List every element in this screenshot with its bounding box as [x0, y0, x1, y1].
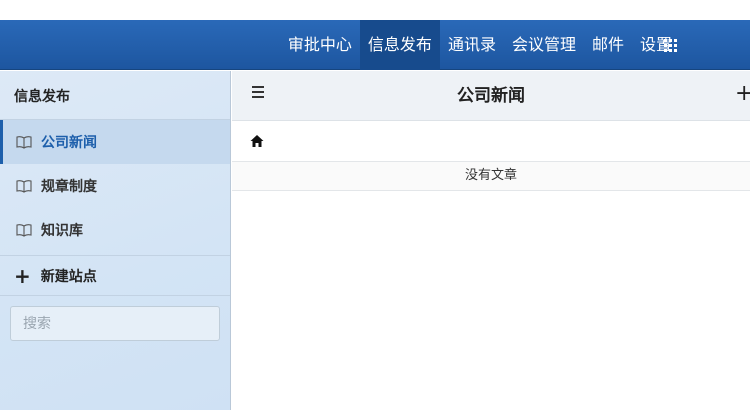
new-site-label: 新建站点 [40, 268, 97, 285]
book-icon [16, 224, 32, 237]
main-header: 公司新闻 + [232, 71, 750, 121]
nav-meeting-management[interactable]: 会议管理 [504, 20, 584, 70]
home-icon[interactable] [250, 134, 264, 148]
grid-apps-icon[interactable] [664, 39, 677, 52]
new-site-button[interactable]: + 新建站点 [0, 256, 230, 296]
nav-info-publish[interactable]: 信息发布 [359, 20, 440, 70]
book-icon [16, 136, 32, 149]
sidebar: 信息发布 公司新闻 规章制度 知识库 + 新建站点 [0, 71, 231, 410]
search-input[interactable] [10, 306, 220, 341]
top-nav: 审批中心 信息发布 通讯录 会议管理 邮件 设置 [280, 20, 680, 70]
add-article-icon[interactable]: + [735, 83, 750, 105]
page-title: 公司新闻 [457, 86, 525, 106]
top-navigation-bar: 审批中心 信息发布 通讯录 会议管理 邮件 设置 [0, 20, 750, 70]
sidebar-item-regulations[interactable]: 规章制度 [0, 164, 230, 208]
nav-approval-center[interactable]: 审批中心 [280, 20, 360, 70]
sidebar-item-knowledge-base[interactable]: 知识库 [0, 208, 230, 252]
plus-icon: + [14, 263, 31, 288]
sidebar-item-label: 公司新闻 [41, 135, 97, 151]
book-icon [16, 180, 32, 193]
sidebar-item-label: 知识库 [41, 223, 83, 239]
nav-contacts[interactable]: 通讯录 [440, 20, 504, 70]
main-content: 公司新闻 + 没有文章 [232, 71, 750, 410]
nav-mail[interactable]: 邮件 [584, 20, 632, 70]
sidebar-title: 信息发布 [0, 71, 230, 120]
empty-article-message: 没有文章 [232, 162, 750, 191]
sidebar-item-label: 规章制度 [41, 179, 97, 195]
sidebar-item-company-news[interactable]: 公司新闻 [0, 120, 230, 164]
breadcrumb [232, 121, 750, 162]
